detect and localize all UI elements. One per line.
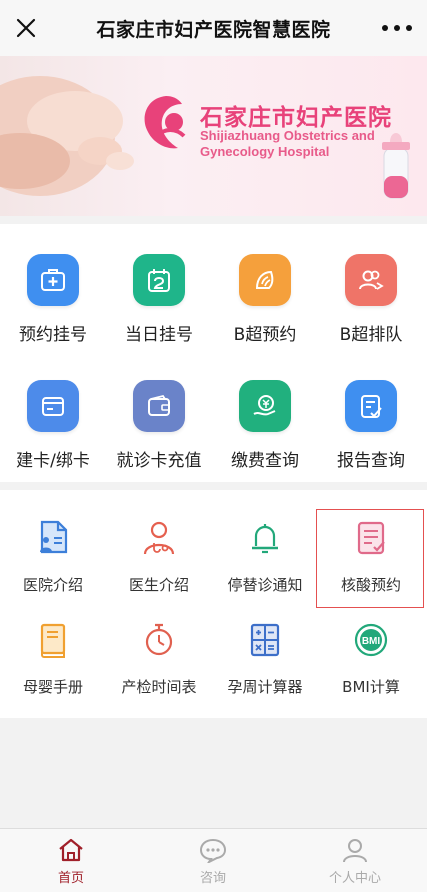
link-prenatal-schedule[interactable]: 产检时间表 [106, 618, 212, 697]
person-icon [343, 839, 367, 863]
baby-hands-image [0, 76, 134, 196]
link-label: 医院介绍 [22, 576, 83, 594]
service-label: 建卡/绑卡 [16, 451, 90, 471]
hospital-logo [144, 96, 186, 149]
hospital-info-icon [31, 516, 75, 560]
card-icon [27, 380, 79, 432]
home-icon [59, 838, 83, 862]
services-card: 预约挂号 当日挂号 B超预约 B超排队 建卡/绑卡 就诊卡充值 缴费查询 报告查… [0, 224, 427, 482]
bottom-tab-bar: 首页 咨询 个人中心 [0, 828, 427, 892]
stopwatch-icon [137, 618, 181, 662]
service-label: 预约挂号 [19, 325, 87, 345]
bmi-icon: BMI [349, 618, 393, 662]
service-label: B超排队 [339, 325, 403, 345]
link-label: 孕周计算器 [227, 678, 303, 696]
service-ultrasound-booking[interactable]: B超预约 [212, 254, 318, 345]
calculator-icon [243, 618, 287, 662]
link-label: 母婴手册 [22, 678, 83, 696]
service-ultrasound-queue[interactable]: B超排队 [318, 254, 424, 345]
service-appointment[interactable]: 预约挂号 [0, 254, 106, 345]
service-label: B超预约 [233, 325, 297, 345]
link-label: 停替诊通知 [227, 576, 303, 594]
doctor-icon [137, 516, 181, 560]
service-label: 报告查询 [337, 451, 405, 471]
link-label: 产检时间表 [121, 678, 197, 696]
link-suspension-notice[interactable]: 停替诊通知 [212, 516, 318, 595]
top-bar: 石家庄市妇产医院智慧医院 [0, 0, 427, 56]
link-doctor-intro[interactable]: 医生介绍 [106, 516, 212, 595]
hospital-banner: 石家庄市妇产医院 Shijiazhuang Obstetrics and Gyn… [0, 56, 427, 216]
service-label: 缴费查询 [231, 451, 299, 471]
link-hospital-intro[interactable]: 医院介绍 [0, 516, 106, 595]
service-label: 当日挂号 [125, 325, 193, 345]
tab-profile[interactable]: 个人中心 [300, 837, 410, 886]
hospital-chinese-name: 石家庄市妇产医院 [200, 104, 392, 131]
link-maternal-handbook[interactable]: 母婴手册 [0, 618, 106, 697]
link-label: BMI计算 [342, 678, 400, 696]
more-icon[interactable] [377, 14, 417, 42]
service-report-query[interactable]: 报告查询 [318, 380, 424, 471]
close-icon[interactable] [12, 14, 40, 42]
link-bmi-calculator[interactable]: BMI BMI计算 [318, 618, 424, 697]
tab-label: 个人中心 [328, 871, 381, 886]
highlight-box [316, 509, 424, 608]
service-card-recharge[interactable]: 就诊卡充值 [106, 380, 212, 471]
wallet-icon [133, 380, 185, 432]
service-same-day[interactable]: 当日挂号 [106, 254, 212, 345]
service-payment-query[interactable]: 缴费查询 [212, 380, 318, 471]
tab-label: 首页 [57, 871, 84, 886]
calendar-icon [133, 254, 185, 306]
hospital-kit-icon [27, 254, 79, 306]
tab-consult[interactable]: 咨询 [158, 837, 268, 886]
service-card-binding[interactable]: 建卡/绑卡 [0, 380, 106, 471]
svg-text:BMI: BMI [362, 636, 381, 647]
chat-icon [199, 838, 227, 863]
tab-label: 咨询 [199, 871, 226, 886]
ultrasound-icon [239, 254, 291, 306]
baby-bottle-image [382, 133, 410, 199]
link-pregnancy-calculator[interactable]: 孕周计算器 [212, 618, 318, 697]
payment-icon [239, 380, 291, 432]
report-icon [345, 380, 397, 432]
tab-home[interactable]: 首页 [16, 837, 126, 886]
page-title: 石家庄市妇产医院智慧医院 [96, 18, 331, 41]
queue-icon [345, 254, 397, 306]
book-icon [31, 618, 75, 662]
bell-icon [243, 516, 287, 560]
service-label: 就诊卡充值 [116, 451, 202, 471]
link-label: 医生介绍 [128, 576, 189, 594]
